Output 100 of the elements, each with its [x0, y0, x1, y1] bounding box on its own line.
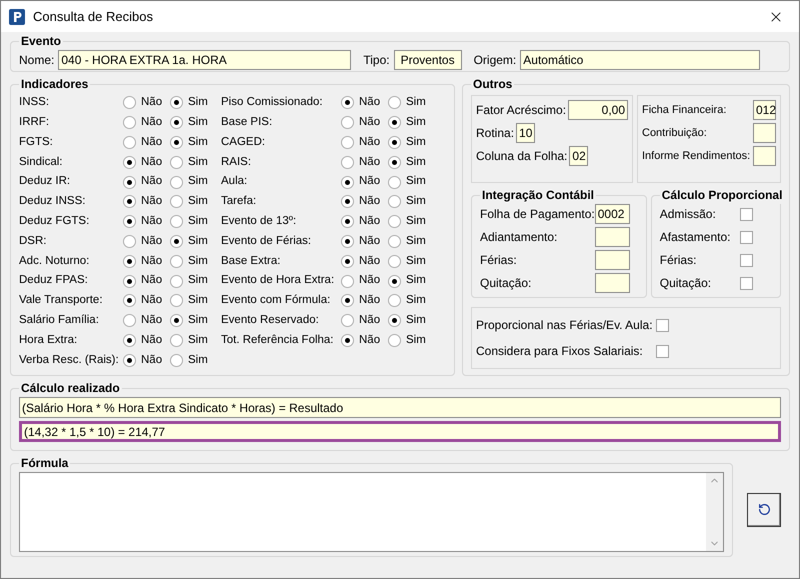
field-label: Quitação: [660, 275, 712, 292]
option-label: Sim [188, 332, 208, 348]
field-label: Deduz INSS: [19, 194, 86, 210]
field-label: Afastamento: [660, 229, 732, 246]
option-label: Não [141, 115, 162, 130]
field-label: Ficha Financeira: [642, 102, 726, 118]
field-label: Admissão: [660, 206, 717, 223]
field-label: Tarefa: [221, 194, 258, 210]
field-label: Quitação: [480, 275, 532, 292]
field-label: Deduz FGTS: [19, 214, 90, 230]
option-label: Não [141, 332, 162, 348]
option-label: Não [141, 95, 162, 110]
group-title: Indicadores [20, 76, 90, 93]
option-label: Não [141, 313, 162, 328]
field-label: Considera para Fixos Salariais: [476, 343, 644, 360]
input-field[interactable]: 012 [753, 100, 776, 120]
option-label: Sim [188, 194, 208, 210]
field-label: Piso Comissionado: [221, 95, 324, 110]
field-label: Aula: [221, 174, 248, 190]
field-label: Tipo: [363, 52, 390, 69]
option-label: Não [359, 134, 380, 150]
option-label: Sim [406, 273, 426, 288]
option-label: Sim [188, 293, 208, 308]
option-label: Sim [406, 234, 426, 249]
field-label: CAGED: [221, 134, 266, 150]
option-label: Sim [188, 234, 208, 249]
option-label: Sim [188, 214, 208, 230]
field-label: DSR: [19, 234, 48, 249]
field-label: Férias: [660, 252, 698, 269]
option-label: Não [141, 352, 162, 368]
option-label: Não [141, 234, 162, 249]
option-label: Não [141, 293, 162, 308]
field-label: Sindical: [19, 154, 64, 170]
option-label: Não [359, 95, 380, 110]
input-field[interactable]: 02 [569, 146, 588, 166]
option-label: Sim [188, 352, 208, 368]
field-label: Evento Reservado: [221, 313, 320, 328]
group-title: Cálculo realizado [20, 380, 121, 397]
input-field[interactable]: Automático [520, 50, 760, 70]
field-label: Férias: [480, 252, 517, 269]
field-label: Tot. Referência Folha: [221, 332, 335, 348]
result-field[interactable]: (14,32 * 1,5 * 10) = 214,77 [19, 421, 781, 442]
field-label: Vale Transporte: [19, 293, 104, 308]
field-label: Coluna da Folha: [476, 148, 568, 165]
input-field[interactable]: Proventos [394, 50, 462, 70]
option-label: Sim [188, 134, 208, 150]
field-label: FGTS: [19, 134, 54, 150]
option-label: Não [141, 194, 162, 210]
field-label: Salário Família: [19, 313, 100, 328]
option-label: Não [359, 254, 380, 269]
option-label: Sim [188, 95, 208, 110]
field-label: Folha de Pagamento: [480, 206, 595, 223]
input-field[interactable]: 0,00 [568, 100, 628, 120]
option-label: Sim [188, 313, 208, 328]
input-field[interactable]: 10 [516, 123, 536, 143]
input-field[interactable]: 040 - HORA EXTRA 1a. HORA [58, 50, 352, 70]
input-field[interactable]: 0002 [594, 204, 630, 224]
group-title: Outros [472, 76, 514, 93]
field-label: Deduz FPAS: [19, 273, 89, 288]
result-field[interactable]: (Salário Hora * % Hora Extra Sindicato * Horas) = Resultado [19, 397, 781, 418]
field-label: IRRF: [19, 115, 50, 130]
option-label: Não [141, 254, 162, 269]
option-label: Não [141, 214, 162, 230]
field-label: Deduz IR: [19, 174, 72, 190]
group-title: Fórmula [20, 455, 70, 472]
group-title: Integração Contábil [481, 187, 596, 204]
field-label: Base Extra: [221, 254, 282, 269]
field-label: Verba Resc. (Rais): [19, 352, 120, 368]
option-label: Não [141, 174, 162, 190]
option-label: Sim [406, 313, 426, 328]
option-label: Sim [406, 332, 426, 348]
option-label: Sim [188, 154, 208, 170]
option-label: Sim [406, 194, 426, 210]
option-label: Não [359, 273, 380, 288]
group-title: Evento [20, 33, 62, 50]
option-label: Sim [188, 174, 208, 190]
field-label: Hora Extra: [19, 332, 78, 348]
option-label: Não [359, 234, 380, 249]
option-label: Sim [188, 115, 208, 130]
option-label: Não [141, 273, 162, 288]
field-label: Origem: [474, 52, 516, 69]
option-label: Sim [188, 273, 208, 288]
field-label: Evento de Férias: [221, 234, 312, 249]
option-label: Não [359, 115, 380, 130]
field-label: Informe Rendimentos: [642, 148, 750, 164]
option-label: Não [141, 154, 162, 170]
field-label: Fator Acréscimo: [476, 102, 566, 119]
option-label: Não [359, 313, 380, 328]
field-label: Evento de Hora Extra: [221, 273, 336, 288]
field-label: Base PIS: [221, 115, 274, 130]
option-label: Não [359, 174, 380, 190]
field-label: INSS: [19, 95, 50, 110]
field-label: Adc. Noturno: [19, 254, 90, 269]
option-label: Não [141, 134, 162, 150]
option-label: Não [359, 214, 380, 230]
window-title: Consulta de Recibos [33, 8, 153, 26]
option-label: Sim [406, 95, 426, 110]
option-label: Sim [406, 134, 426, 150]
option-label: Não [359, 194, 380, 210]
group-title: Cálculo Proporcional [660, 187, 784, 204]
